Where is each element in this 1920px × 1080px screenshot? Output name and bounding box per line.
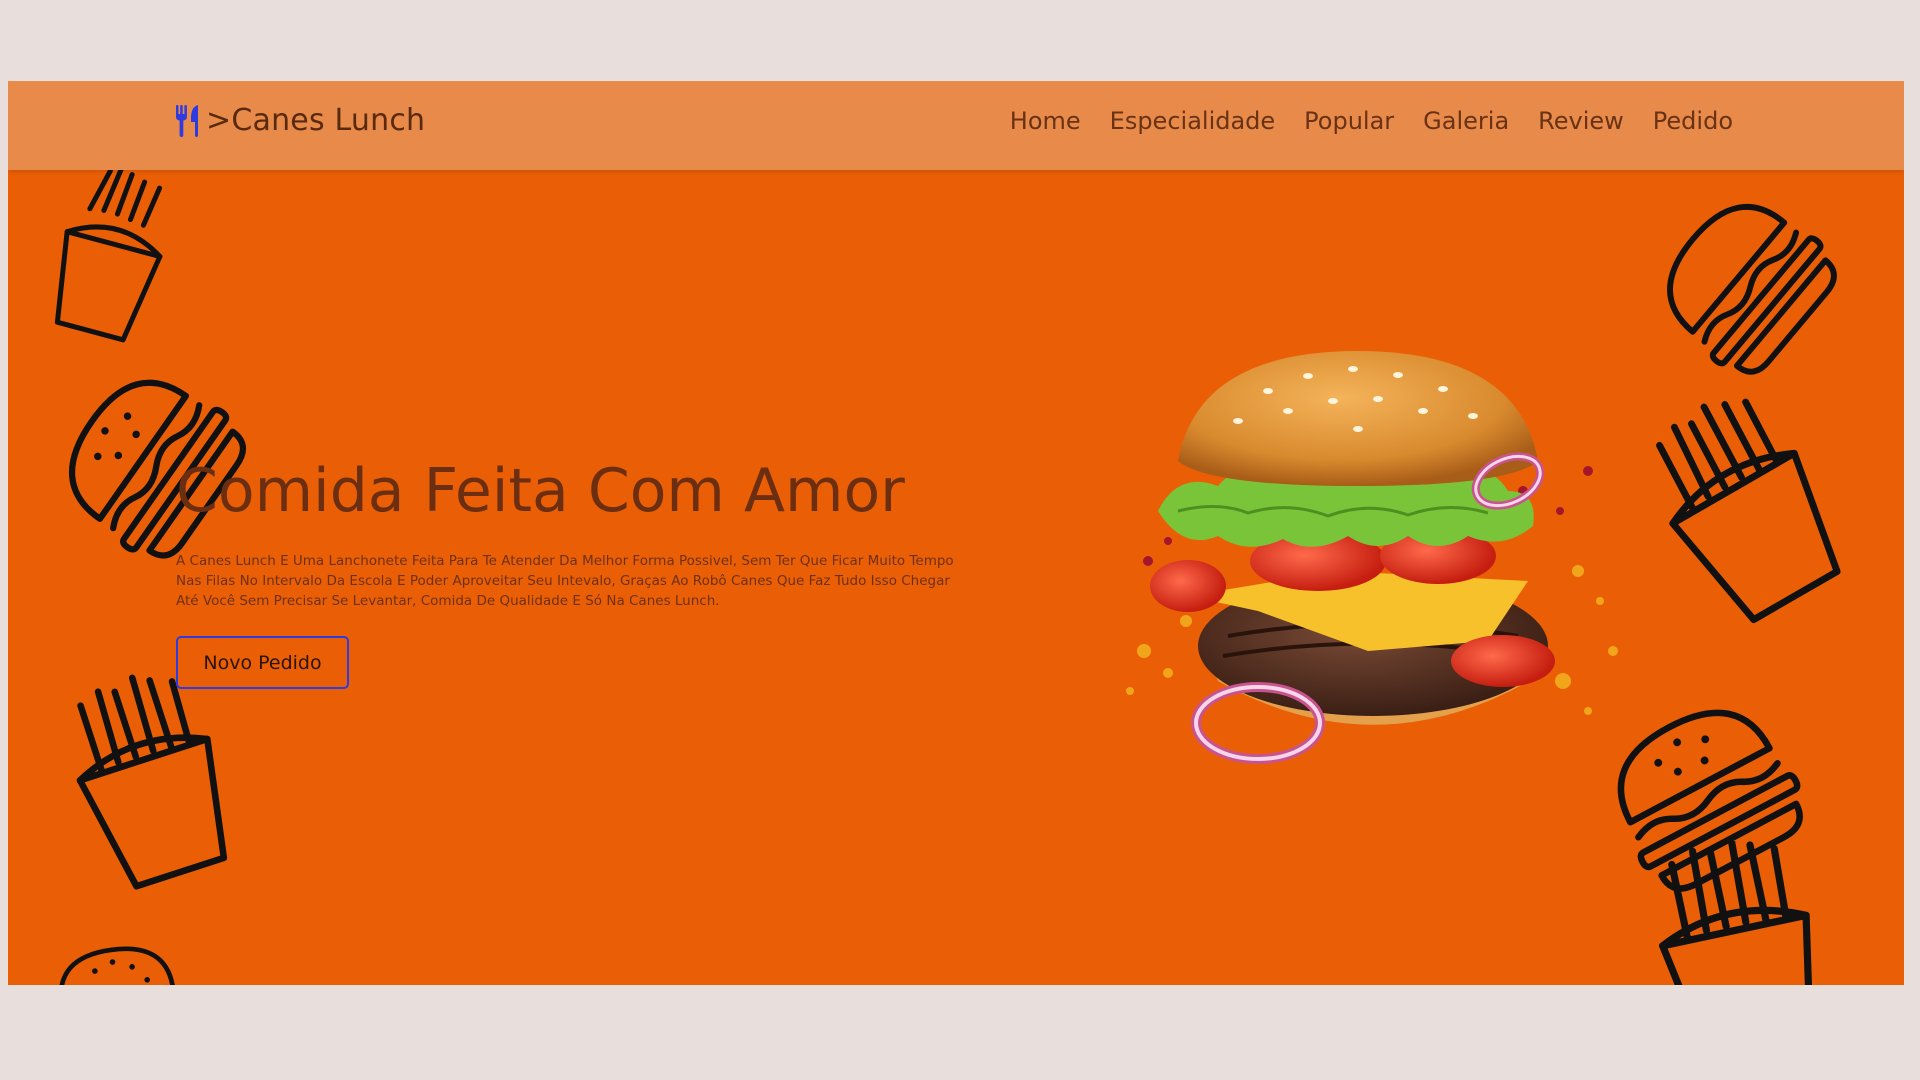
navbar: >Canes Lunch Home Especialidade Popular … [8, 81, 1904, 170]
burger-icon [58, 946, 176, 985]
nav-link-galeria[interactable]: Galeria [1423, 107, 1509, 135]
hero-description: A Canes Lunch E Uma Lanchonete Feita Par… [176, 553, 954, 609]
hero-title: Comida Feita Com Amor [176, 456, 905, 526]
nav-link-home[interactable]: Home [1010, 107, 1081, 135]
nav-link-review[interactable]: Review [1538, 107, 1624, 135]
fries-icon [1656, 398, 1841, 624]
fork-knife-icon [176, 104, 198, 137]
nav-link-popular[interactable]: Popular [1304, 107, 1394, 135]
new-order-button[interactable]: Novo Pedido [176, 636, 349, 689]
brand-name: >Canes Lunch [206, 103, 426, 138]
main-nav: Home Especialidade Popular Galeria Revie… [1010, 107, 1733, 135]
burger-icon [1667, 204, 1837, 375]
nav-link-especialidade[interactable]: Especialidade [1110, 107, 1276, 135]
brand-logo[interactable]: >Canes Lunch [176, 103, 425, 138]
fries-icon [76, 674, 228, 890]
site-viewport: >Canes Lunch Home Especialidade Popular … [8, 81, 1904, 985]
nav-link-pedido[interactable]: Pedido [1653, 107, 1733, 135]
flying-burger-image [1126, 351, 1618, 764]
fries-icon [54, 167, 163, 343]
